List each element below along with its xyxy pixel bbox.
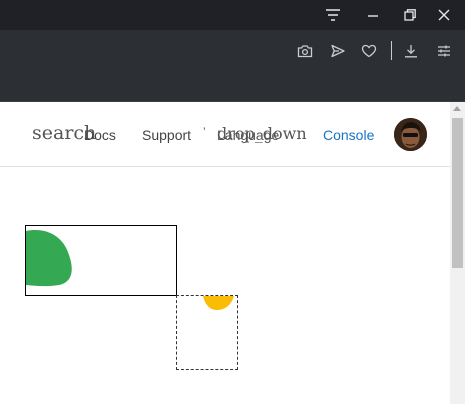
send-icon[interactable] bbox=[327, 40, 349, 62]
minimize-icon[interactable] bbox=[362, 4, 384, 26]
nav-console-link[interactable]: Console bbox=[323, 127, 374, 143]
window-title-bar bbox=[0, 0, 465, 30]
scroll-up-arrow-icon[interactable] bbox=[453, 106, 461, 111]
yellow-shape bbox=[203, 296, 234, 310]
nav-support-link[interactable]: Support bbox=[142, 127, 191, 143]
tick-mark-icon: ’ bbox=[203, 125, 206, 139]
heart-icon[interactable] bbox=[358, 40, 380, 62]
vertical-scrollbar[interactable] bbox=[450, 102, 465, 404]
solid-outline-box bbox=[25, 225, 177, 296]
sliders-icon[interactable] bbox=[433, 40, 455, 62]
download-icon[interactable] bbox=[400, 40, 422, 62]
green-shape bbox=[26, 230, 72, 287]
filter-menu-icon[interactable] bbox=[322, 4, 344, 26]
dashed-outline-box bbox=[176, 295, 238, 370]
site-header: search Docs Support ’ Language drop_down… bbox=[0, 102, 450, 167]
drop-down-label[interactable]: drop_down bbox=[217, 124, 307, 143]
scrollbar-thumb[interactable] bbox=[452, 118, 463, 268]
page-viewport: search Docs Support ’ Language drop_down… bbox=[0, 102, 465, 404]
browser-toolbar bbox=[0, 30, 465, 102]
avatar[interactable] bbox=[394, 118, 427, 151]
nav-docs-link[interactable]: Docs bbox=[84, 127, 116, 143]
camera-icon[interactable] bbox=[294, 40, 316, 62]
close-icon[interactable] bbox=[433, 4, 455, 26]
restore-icon[interactable] bbox=[399, 4, 421, 26]
toolbar-separator bbox=[391, 41, 392, 60]
